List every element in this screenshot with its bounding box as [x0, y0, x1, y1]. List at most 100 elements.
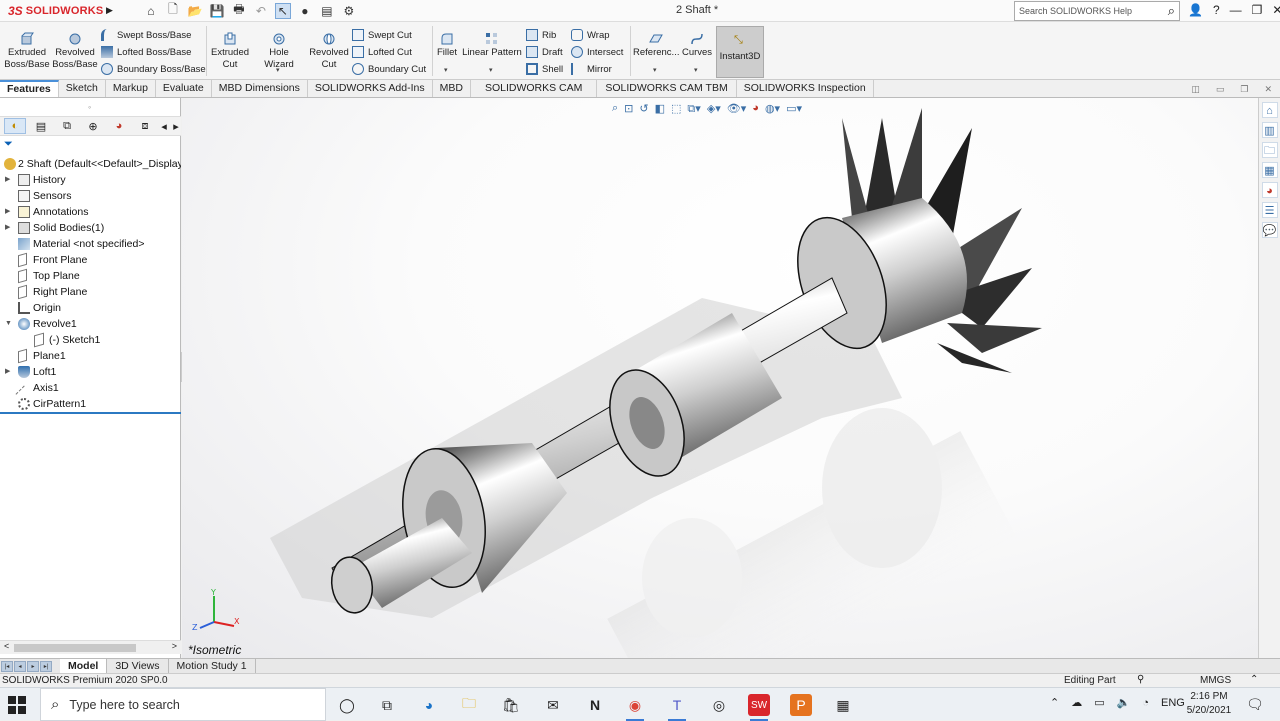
instant3d-button[interactable]: ⤡ Instant3D	[716, 26, 764, 78]
file-explorer-icon[interactable]: 🗀	[458, 694, 480, 716]
doc-minimize-icon[interactable]: ▭	[1216, 84, 1225, 95]
scroll-right-icon[interactable]: >	[172, 641, 177, 651]
select-pointer-icon[interactable]: ↖	[274, 2, 291, 19]
expand-arrow-icon[interactable]: ▶	[5, 364, 10, 380]
graphics-area[interactable]: ⌕ ⊡ ↺ ◧ ⬚ ⧉▾ ◈▾ 👁▾ ◕ ◍▾ ▭▾ Y X Z *Isomet…	[182, 98, 1258, 658]
home-icon[interactable]: ⌂	[143, 3, 159, 19]
open-folder-icon[interactable]: 📂	[187, 3, 203, 19]
file-explorer-icon[interactable]: 🗀	[1261, 142, 1278, 158]
tree-item-top-plane[interactable]: Top Plane	[0, 268, 181, 284]
customize-status-bar-icon[interactable]: ⌃	[1250, 674, 1258, 685]
tabs-scroll-left-icon[interactable]: ◂	[160, 118, 168, 134]
tab-3d-views[interactable]: 3D Views	[107, 659, 169, 673]
wifi-icon[interactable]: ◔	[1142, 697, 1149, 709]
video-editor-icon[interactable]: ▦	[832, 694, 854, 716]
custom-properties-icon[interactable]: ☰	[1261, 202, 1278, 218]
scroll-thumb[interactable]	[14, 644, 136, 652]
extruded-cut-button[interactable]: Extruded Cut	[208, 28, 252, 71]
mail-icon[interactable]: ✉	[542, 694, 564, 716]
tab-mbd-dimensions[interactable]: MBD Dimensions	[212, 80, 308, 97]
print-icon[interactable]: 🖶	[231, 2, 247, 19]
tree-horizontal-scrollbar[interactable]: < >	[0, 640, 181, 654]
dimxpert-manager-tab-icon[interactable]: ⊕	[82, 118, 104, 134]
tab-markup[interactable]: Markup	[106, 80, 156, 97]
tree-item-sensors[interactable]: Sensors	[0, 188, 181, 204]
first-tab-icon[interactable]: |◂	[1, 660, 13, 672]
draft-button[interactable]: Draft	[526, 44, 563, 60]
rib-button[interactable]: Rib	[526, 27, 556, 43]
tab-solidworks-add-ins[interactable]: SOLIDWORKS Add-Ins	[308, 80, 433, 97]
wrap-button[interactable]: Wrap	[571, 27, 610, 43]
cortana-icon[interactable]: ◯	[336, 694, 358, 716]
rollback-bar[interactable]	[0, 412, 181, 414]
tree-item-loft1[interactable]: ▶ Loft1	[0, 364, 181, 380]
obs-icon[interactable]: ◎	[708, 694, 730, 716]
scroll-left-icon[interactable]: <	[4, 641, 9, 651]
intersect-button[interactable]: Intersect	[571, 44, 623, 60]
doc-restore-icon[interactable]: ❐	[1240, 84, 1248, 95]
battery-icon[interactable]: ▭	[1094, 696, 1104, 709]
expand-menu-arrow-icon[interactable]: ▶	[106, 5, 113, 16]
tab-sketch[interactable]: Sketch	[59, 80, 106, 97]
shell-button[interactable]: Shell	[526, 61, 563, 77]
configuration-manager-tab-icon[interactable]: ⧉	[56, 118, 78, 134]
shaft-3d-model[interactable]	[182, 98, 1258, 658]
save-icon[interactable]: 💾	[209, 3, 225, 19]
last-tab-icon[interactable]: ▸|	[40, 660, 52, 672]
prev-tab-icon[interactable]: ◂	[14, 660, 26, 672]
tab-model[interactable]: Model	[60, 659, 108, 673]
extruded-boss-button[interactable]: Extruded Boss/Base	[4, 28, 50, 71]
tab-solidworks-cam[interactable]: SOLIDWORKS CAM	[471, 80, 598, 97]
display-manager-tab-icon[interactable]: ◕	[108, 118, 130, 134]
expand-arrow-icon[interactable]: ▶	[5, 204, 10, 220]
tree-item-revolve1[interactable]: ▼ Revolve1	[0, 316, 181, 332]
windows-start-icon[interactable]	[8, 696, 26, 714]
doc-tile-icon[interactable]: ◫	[1191, 84, 1200, 95]
volume-icon[interactable]: 🔈	[1117, 696, 1131, 709]
tree-item-annotations[interactable]: ▶ Annotations	[0, 204, 181, 220]
tree-root-part[interactable]: 2 Shaft (Default<<Default>_Display	[0, 156, 181, 172]
boundary-cut-button[interactable]: Boundary Cut	[352, 61, 426, 77]
property-manager-tab-icon[interactable]: ▤	[30, 118, 52, 134]
tree-item-solid-bodies[interactable]: ▶ Solid Bodies(1)	[0, 220, 181, 236]
tab-solidworks-inspection[interactable]: SOLIDWORKS Inspection	[737, 80, 874, 97]
expand-arrow-icon[interactable]: ▶	[5, 172, 10, 188]
chrome-icon[interactable]: ◉	[624, 694, 646, 721]
cam-manager-tab-icon[interactable]: ⧈	[134, 118, 156, 134]
pattern-dropdown-icon[interactable]: ▾	[489, 66, 493, 74]
swept-cut-button[interactable]: Swept Cut	[352, 27, 412, 43]
teams-icon[interactable]: T	[666, 694, 688, 721]
close-icon[interactable]: ✕	[1272, 3, 1280, 17]
options-gear-icon[interactable]: ⚙	[341, 3, 357, 19]
mirror-button[interactable]: Mirror	[571, 61, 612, 77]
powerpoint-icon[interactable]: P	[790, 694, 812, 716]
curves-button[interactable]: Curves	[681, 28, 713, 59]
notification-center-icon[interactable]: 🗨	[1246, 696, 1264, 713]
store-icon[interactable]: 🛍	[500, 694, 522, 716]
reference-geometry-button[interactable]: Referenc...	[633, 28, 679, 59]
curves-dropdown-icon[interactable]: ▾	[694, 66, 698, 74]
taskbar-search-input[interactable]: Type here to search	[69, 698, 179, 712]
view-palette-icon[interactable]: ▦	[1261, 162, 1278, 178]
tree-item-sketch1[interactable]: (-) Sketch1	[0, 332, 181, 348]
new-document-icon[interactable]: 🗋	[165, 2, 181, 19]
rebuild-icon[interactable]: ●	[297, 3, 313, 19]
tab-mbd[interactable]: MBD	[433, 80, 471, 97]
restore-icon[interactable]: ❐	[1252, 3, 1263, 17]
lofted-cut-button[interactable]: Lofted Cut	[352, 44, 412, 60]
lofted-boss-button[interactable]: Lofted Boss/Base	[101, 44, 191, 60]
tree-item-axis1[interactable]: Axis1	[0, 380, 181, 396]
tree-item-front-plane[interactable]: Front Plane	[0, 252, 181, 268]
task-view-icon[interactable]: ⧉	[376, 694, 398, 716]
tab-solidworks-cam-tbm[interactable]: SOLIDWORKS CAM TBM	[597, 80, 737, 97]
revolved-boss-button[interactable]: Revolved Boss/Base	[52, 28, 98, 71]
forum-icon[interactable]: 💬	[1261, 222, 1278, 238]
tree-item-cirpattern1[interactable]: CirPattern1	[0, 396, 181, 412]
solidworks-resources-icon[interactable]: ⌂	[1261, 102, 1278, 118]
tab-evaluate[interactable]: Evaluate	[156, 80, 212, 97]
doc-close-icon[interactable]: ✕	[1264, 84, 1272, 95]
tree-item-material[interactable]: Material <not specified>	[0, 236, 181, 252]
swept-boss-button[interactable]: Swept Boss/Base	[101, 27, 191, 43]
revolved-cut-button[interactable]: Revolved Cut	[308, 28, 350, 71]
help-search-input[interactable]: Search SOLIDWORKS Help	[1015, 6, 1168, 16]
